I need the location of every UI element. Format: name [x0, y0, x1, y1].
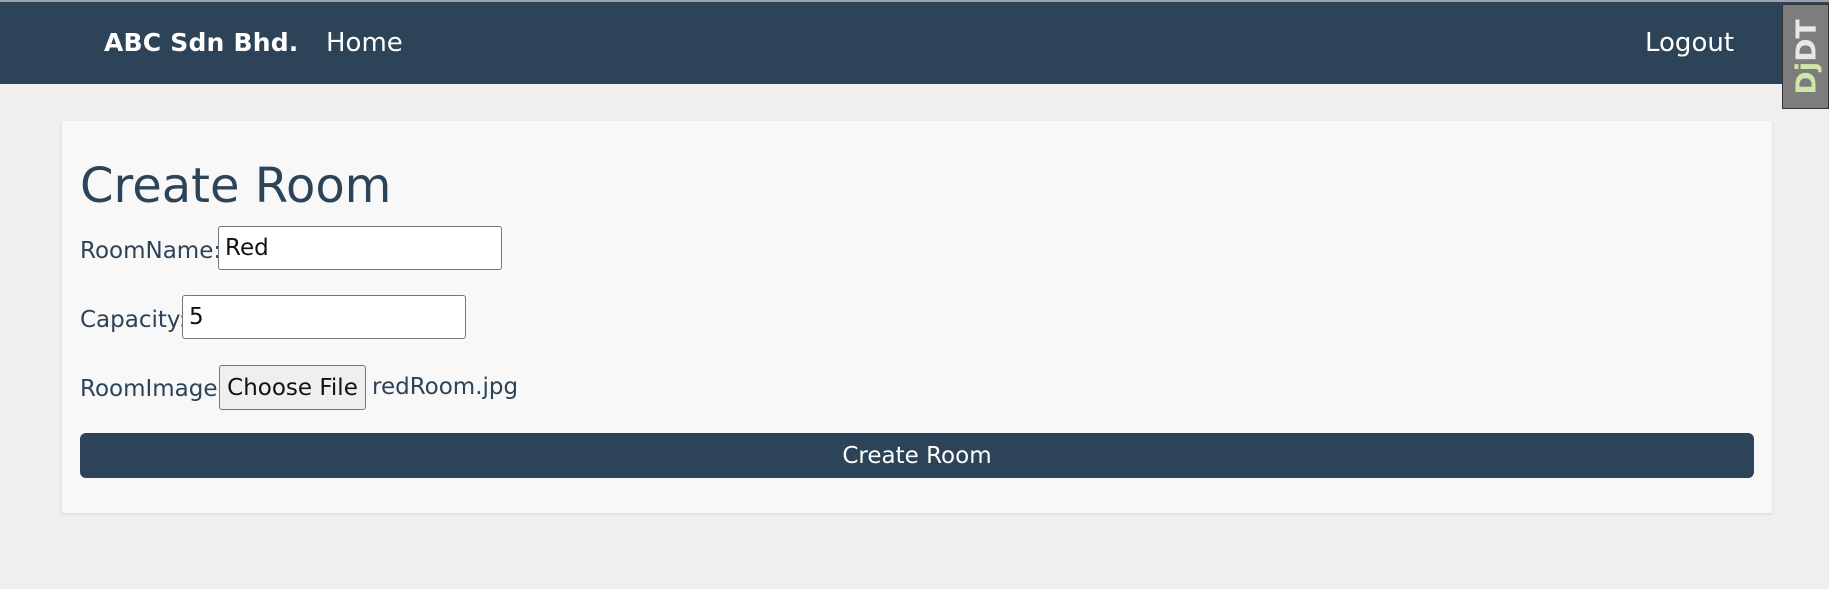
choose-file-button[interactable]: Choose File	[219, 365, 366, 410]
room-name-input[interactable]: Red	[218, 226, 502, 270]
chosen-file-name: redRoom.jpg	[372, 374, 519, 400]
room-name-label: RoomName:	[80, 238, 222, 264]
brand-link[interactable]: ABC Sdn Bhd.	[104, 28, 299, 57]
capacity-input[interactable]: 5	[182, 295, 466, 339]
room-image-label: RoomImage:	[80, 376, 226, 402]
create-room-button[interactable]: Create Room	[80, 433, 1754, 478]
top-navbar: ABC Sdn Bhd. Home Logout	[0, 2, 1829, 84]
nav-home-link[interactable]: Home	[326, 28, 403, 58]
nav-logout-link[interactable]: Logout	[1645, 28, 1734, 58]
djdt-logo-icon: DjDT	[1789, 19, 1823, 95]
page-title: Create Room	[80, 158, 392, 214]
capacity-label: Capacity:	[80, 307, 187, 333]
django-debug-toolbar-handle[interactable]: DjDT	[1782, 4, 1829, 109]
